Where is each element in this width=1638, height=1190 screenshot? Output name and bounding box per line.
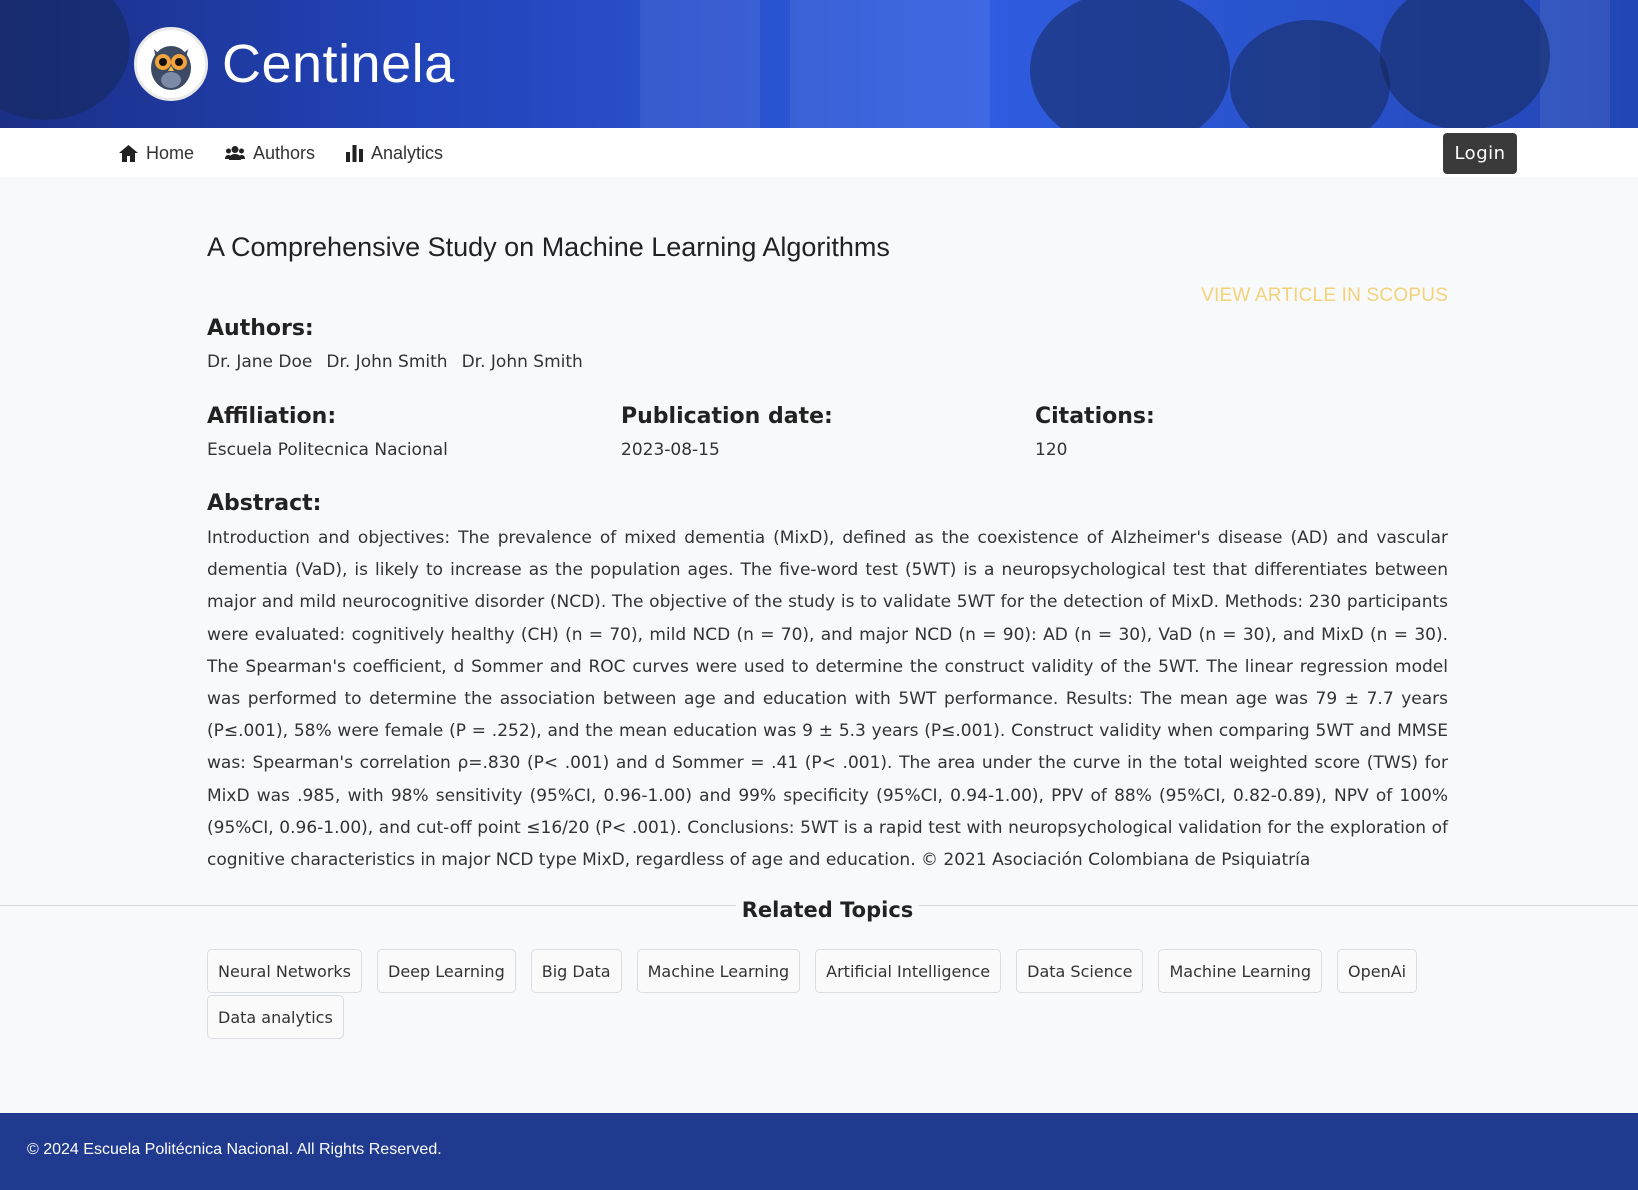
topic-tag[interactable]: Neural Networks: [207, 949, 363, 993]
home-icon: [119, 144, 138, 162]
view-in-scopus-link[interactable]: View article in Scopus: [1193, 285, 1448, 307]
publication-date-heading: Publication date:: [621, 404, 833, 429]
nav-home-label: Home: [146, 142, 195, 163]
nav-authors-label: Authors: [253, 142, 316, 163]
users-icon: [225, 146, 245, 160]
authors-heading: Authors:: [207, 316, 314, 341]
footer-copyright: © 2024 Escuela Politécnica Nacional. All…: [27, 1141, 442, 1158]
related-topics-tags: Neural Networks Deep Learning Big Data M…: [207, 949, 1467, 1039]
topic-tag[interactable]: Machine Learning: [1158, 949, 1322, 993]
article-title: A Comprehensive Study on Machine Learnin…: [207, 232, 890, 262]
nav-home[interactable]: Home: [119, 140, 194, 166]
affiliation-heading: Affiliation:: [207, 404, 337, 429]
bar-chart-icon: [346, 144, 363, 162]
topic-tag[interactable]: Artificial Intelligence: [815, 949, 1002, 993]
banner-building-shape: [640, 0, 760, 128]
abstract-text: Introduction and objectives: The prevale…: [207, 528, 1448, 871]
topic-tag[interactable]: Deep Learning: [377, 949, 516, 993]
topic-tag[interactable]: Data analytics: [207, 995, 344, 1039]
topic-tag[interactable]: OpenAi: [1336, 949, 1418, 993]
abstract-heading: Abstract:: [207, 491, 322, 516]
publication-date-value: 2023-08-15: [621, 440, 720, 460]
authors-list: Dr. Jane Doe Dr. John Smith Dr. John Smi…: [207, 352, 583, 372]
owl-logo-icon: [134, 27, 208, 101]
nav-analytics[interactable]: Analytics: [346, 140, 443, 166]
brand-name: Centinela: [222, 34, 455, 94]
navbar: Home Authors Analytics Login: [0, 128, 1638, 177]
topic-tag[interactable]: Big Data: [530, 949, 622, 993]
affiliation-value: Escuela Politecnica Nacional: [207, 440, 448, 460]
nav-authors[interactable]: Authors: [225, 140, 315, 166]
banner-tree-shape: [0, 0, 130, 120]
banner-building-shape: [790, 0, 990, 128]
author-name[interactable]: Dr. John Smith: [462, 352, 583, 372]
banner-building-shape: [1540, 0, 1610, 128]
banner-tree-shape: [1230, 20, 1390, 128]
author-name[interactable]: Dr. John Smith: [326, 352, 447, 372]
banner-tree-shape: [1030, 0, 1230, 128]
header-banner: Centinela: [0, 0, 1638, 128]
footer: © 2024 Escuela Politécnica Nacional. All…: [0, 1113, 1638, 1190]
login-button[interactable]: Login: [1443, 133, 1517, 174]
nav-analytics-label: Analytics: [371, 142, 444, 163]
citations-value: 120: [1035, 440, 1068, 460]
citations-heading: Citations:: [1035, 404, 1155, 429]
brand[interactable]: Centinela: [134, 26, 455, 102]
topic-tag[interactable]: Data Science: [1016, 949, 1144, 993]
author-name[interactable]: Dr. Jane Doe: [207, 352, 312, 372]
related-topics-heading: Related Topics: [0, 898, 1638, 922]
topic-tag[interactable]: Machine Learning: [636, 949, 801, 993]
related-topics-title: Related Topics: [735, 898, 920, 922]
banner-tree-shape: [1380, 0, 1550, 128]
